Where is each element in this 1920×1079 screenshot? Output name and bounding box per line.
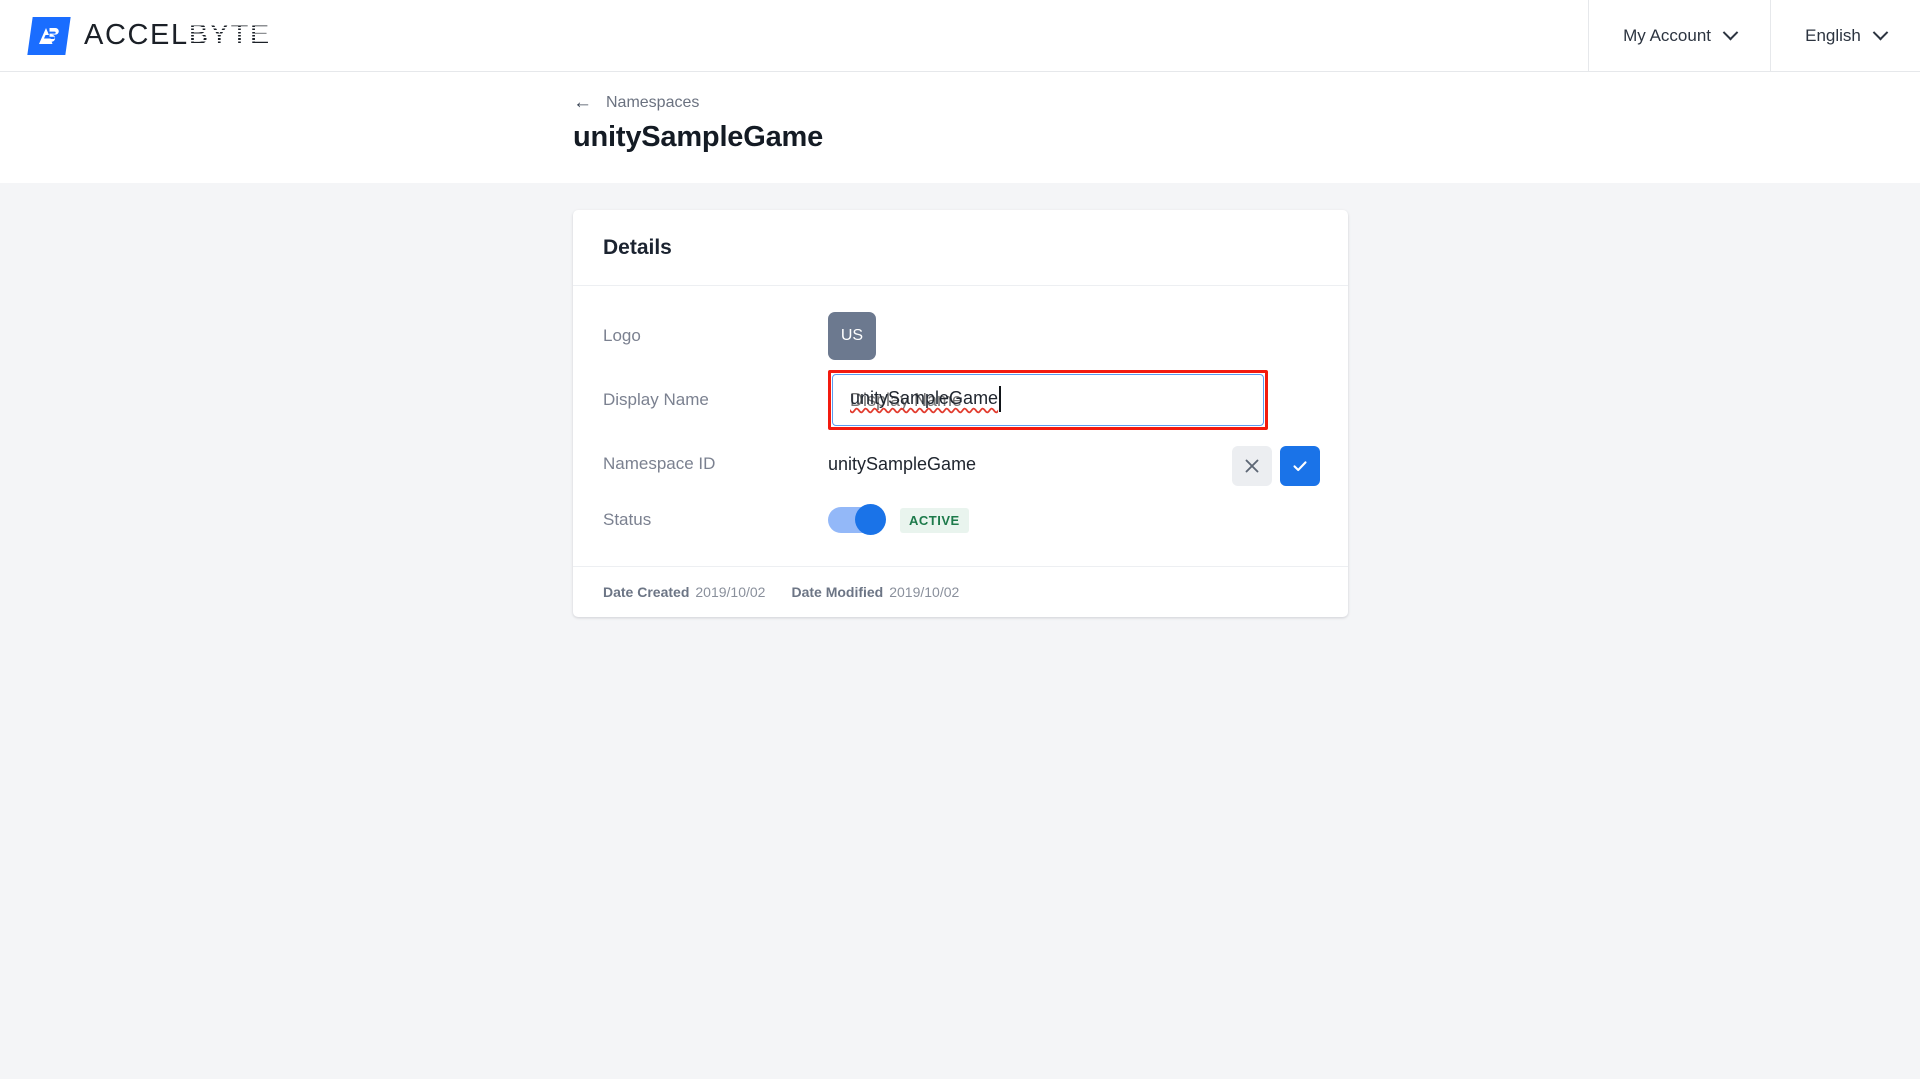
date-modified-label: Date Modified xyxy=(791,584,884,600)
date-modified-group: Date Modified 2019/10/02 xyxy=(791,584,959,600)
confirm-button[interactable] xyxy=(1280,445,1320,486)
details-card-body: Logo US Display Name unitySampleGame xyxy=(573,286,1348,566)
accelbyte-mark-icon xyxy=(27,16,71,55)
brand-accel-text: ACCEL xyxy=(84,19,189,51)
top-header-bar: ACCEL BYTE My Account English xyxy=(0,0,1920,72)
details-card: Details Logo US Display Name unitySample… xyxy=(573,210,1348,617)
brand-byte-text: BYTE xyxy=(188,19,271,51)
back-arrow-icon: ← xyxy=(573,92,592,113)
page-title: unitySampleGame xyxy=(573,121,824,153)
date-created-group: Date Created 2019/10/02 xyxy=(603,584,765,600)
chevron-down-icon xyxy=(1872,24,1889,41)
logo-badge-text: US xyxy=(840,327,864,344)
close-icon xyxy=(1245,459,1259,472)
status-toggle[interactable] xyxy=(828,504,886,535)
date-created-label: Date Created xyxy=(603,584,690,600)
my-account-label: My Account xyxy=(1623,25,1711,45)
row-display-name: Display Name unitySampleGame xyxy=(603,364,1318,436)
status-label: Status xyxy=(603,510,652,529)
my-account-menu[interactable]: My Account xyxy=(1588,0,1770,71)
breadcrumb-label: Namespaces xyxy=(606,93,700,111)
date-created-value: 2019/10/02 xyxy=(695,584,766,600)
display-name-value: unitySampleGame xyxy=(828,370,1318,430)
details-card-title: Details xyxy=(603,235,672,259)
toggle-knob xyxy=(855,504,886,535)
namespace-logo-badge[interactable]: US xyxy=(828,312,876,360)
row-namespace-id: Namespace ID unitySampleGame xyxy=(603,436,1320,492)
namespace-id-value: unitySampleGame xyxy=(828,445,1320,486)
logo-value: US xyxy=(828,312,1318,360)
details-card-header: Details xyxy=(573,210,1348,286)
language-menu[interactable]: English xyxy=(1770,0,1920,71)
text-cursor xyxy=(999,386,1001,412)
display-name-input-shell: unitySampleGame xyxy=(832,374,1264,426)
status-badge: ACTIVE xyxy=(900,507,969,533)
logo-label: Logo xyxy=(603,326,641,345)
display-name-annotation-highlight: unitySampleGame xyxy=(828,370,1268,430)
brand-logo[interactable]: ACCEL BYTE xyxy=(0,0,271,71)
namespace-id-label: Namespace ID xyxy=(603,454,716,473)
details-card-footer: Date Created 2019/10/02 Date Modified 20… xyxy=(573,566,1348,617)
check-icon xyxy=(1293,460,1307,471)
edit-action-buttons xyxy=(1232,445,1320,486)
language-label: English xyxy=(1805,25,1861,45)
namespace-id-text: unitySampleGame xyxy=(828,453,977,474)
display-name-input[interactable] xyxy=(832,374,1264,426)
status-value: ACTIVE xyxy=(828,504,1318,535)
brand-wordmark: ACCEL BYTE xyxy=(84,19,271,52)
row-status: Status ACTIVE xyxy=(603,492,1318,548)
cancel-button[interactable] xyxy=(1232,445,1272,486)
display-name-label: Display Name xyxy=(603,390,709,409)
chevron-down-icon xyxy=(1722,24,1739,41)
page-title-block: ← Namespaces unitySampleGame xyxy=(0,72,1920,183)
header-spacer xyxy=(271,0,1588,71)
row-logo: Logo US xyxy=(603,308,1318,364)
breadcrumb-namespaces-link[interactable]: ← Namespaces xyxy=(573,72,699,112)
date-modified-value: 2019/10/02 xyxy=(889,584,960,600)
